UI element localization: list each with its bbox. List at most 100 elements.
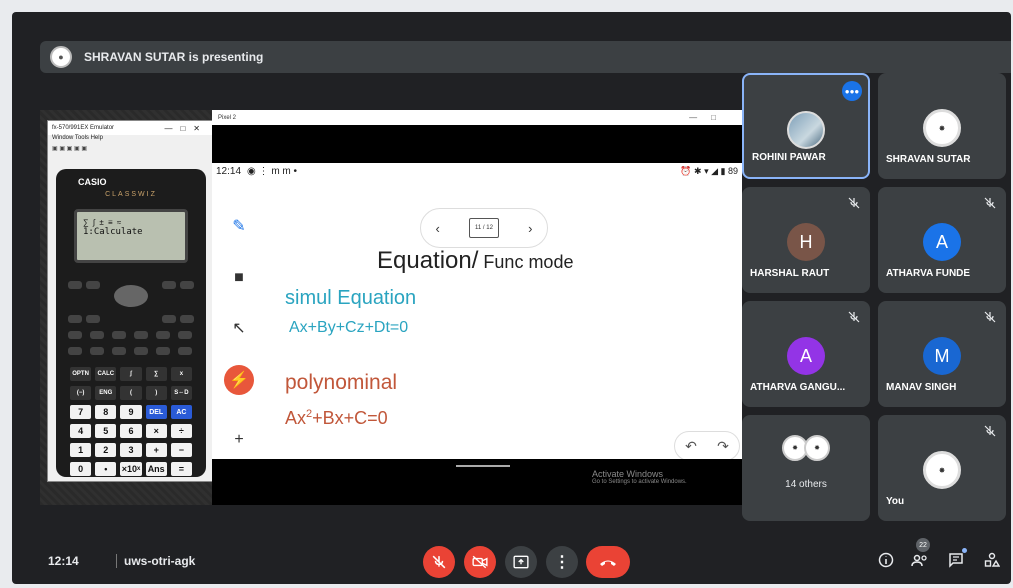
shift-key[interactable]: [68, 281, 82, 289]
others-tile[interactable]: ✸ ✸ 14 others: [742, 415, 870, 521]
calculator-menu[interactable]: Window Tools Help: [48, 135, 212, 145]
participant-tile[interactable]: M MANAV SINGH: [878, 301, 1006, 407]
participants-button[interactable]: 22: [908, 538, 932, 572]
chat-button[interactable]: [944, 548, 968, 572]
window-controls[interactable]: —□: [689, 113, 730, 122]
fn-key[interactable]: [162, 315, 176, 323]
calculator-key[interactable]: 0: [70, 462, 92, 476]
alpha-key[interactable]: [86, 281, 100, 289]
calculator-key[interactable]: OPTN: [70, 367, 92, 381]
leave-call-button[interactable]: [586, 546, 630, 578]
calculator-key[interactable]: =: [170, 462, 192, 476]
fn-key[interactable]: [112, 347, 126, 355]
calculator-key[interactable]: +: [145, 443, 167, 457]
emulator-top-bar: [212, 125, 742, 163]
calculator-key[interactable]: DEL: [145, 405, 167, 419]
calculator-key[interactable]: 1: [70, 443, 92, 457]
calculator-key[interactable]: CALC: [95, 367, 117, 381]
gesture-bar[interactable]: [456, 465, 510, 467]
fn-key[interactable]: [156, 331, 170, 339]
page-navigator[interactable]: ‹ 11 / 12 ›: [420, 208, 548, 248]
fn-key[interactable]: [86, 315, 100, 323]
fn-key[interactable]: [68, 347, 82, 355]
fn-key[interactable]: [90, 347, 104, 355]
camera-toggle-button[interactable]: [464, 546, 496, 578]
calculator-key[interactable]: 5: [95, 424, 117, 438]
activities-button[interactable]: [980, 548, 1004, 572]
calculator-key[interactable]: ∫: [120, 367, 142, 381]
fn-key[interactable]: [68, 331, 82, 339]
calculator-key[interactable]: x: [170, 367, 192, 381]
redo-icon[interactable]: ↷: [717, 438, 729, 455]
calculator-key[interactable]: 7: [70, 405, 92, 419]
calculator-key[interactable]: S⇔D: [170, 386, 192, 400]
activate-windows-watermark: Activate Windows Go to Settings to activ…: [592, 469, 687, 485]
participant-tile[interactable]: A ATHARVA GANGU...: [742, 301, 870, 407]
calculator-key[interactable]: •: [95, 462, 117, 476]
calculator-function-keys[interactable]: [66, 279, 196, 363]
fn-key[interactable]: [68, 315, 82, 323]
calculator-keypad[interactable]: OPTN CALC ∫ ∑ x (−) ENG() S⇔D 7 8 9 DEL AC 4 5 6 × ÷ 1 2 3 + −…: [70, 367, 192, 476]
calculator-key[interactable]: 3: [120, 443, 142, 457]
emulator-window[interactable]: Pixel 2 —□ 12:14 ◉ ⋮ m m • ⏰ ✱ ▾ ◢ ▮ 89 …: [212, 110, 742, 505]
more-options-button[interactable]: ⋮: [546, 546, 578, 578]
calculator-key[interactable]: ×10ˣ: [120, 462, 142, 476]
fn-key[interactable]: [180, 315, 194, 323]
calculator-key[interactable]: ÷: [170, 424, 192, 438]
mic-toggle-button[interactable]: [423, 546, 455, 578]
whiteboard-canvas[interactable]: ✎ ■ ↖ ⚡ + ‹ 11 / 12 › Equation/ Func mod…: [212, 179, 742, 461]
calculator-key[interactable]: Ans: [145, 462, 167, 476]
undo-redo-controls[interactable]: ↶ ↷: [674, 431, 740, 461]
undo-icon[interactable]: ↶: [685, 438, 697, 455]
fn-key[interactable]: [112, 331, 126, 339]
meeting-info-button[interactable]: [874, 548, 898, 572]
calculator-emulator-window[interactable]: fx-570/991EX Emulator —□✕ Window Tools H…: [47, 120, 213, 482]
self-tile[interactable]: ✸ You: [878, 415, 1006, 521]
formula-post: +Bx+C=0: [312, 408, 388, 428]
calculator-key[interactable]: ENG: [95, 386, 117, 400]
select-arrow-icon[interactable]: ↖: [224, 313, 254, 343]
laser-pointer-icon[interactable]: ⚡: [224, 365, 254, 395]
add-icon[interactable]: +: [224, 425, 254, 455]
status-time: 12:14: [216, 165, 242, 177]
fn-key[interactable]: [90, 331, 104, 339]
participant-tile[interactable]: A ATHARVA FUNDE: [878, 187, 1006, 293]
fn-key[interactable]: [156, 347, 170, 355]
calculator-key[interactable]: AC: [170, 405, 192, 419]
prev-page-icon[interactable]: ‹: [436, 221, 440, 236]
participant-tile[interactable]: H HARSHAL RAUT: [742, 187, 870, 293]
calculator-key[interactable]: ×: [145, 424, 167, 438]
calculator-key[interactable]: (−): [70, 386, 92, 400]
mic-off-icon: [984, 311, 996, 323]
participant-name: ATHARVA FUNDE: [886, 268, 971, 279]
fn-key[interactable]: [134, 331, 148, 339]
eraser-tool-icon[interactable]: ■: [224, 263, 254, 293]
presenting-banner: ● SHRAVAN SUTAR is presenting: [40, 41, 1011, 73]
calculator-key[interactable]: 8: [95, 405, 117, 419]
calculator-key[interactable]: 2: [95, 443, 117, 457]
window-controls[interactable]: —□✕: [164, 124, 208, 133]
calculator-key[interactable]: 4: [70, 424, 92, 438]
next-page-icon[interactable]: ›: [528, 221, 532, 236]
menu-key[interactable]: [162, 281, 176, 289]
info-icon: [878, 552, 894, 568]
participant-tile[interactable]: ✸ SHRAVAN SUTAR: [878, 73, 1006, 179]
calculator-toolbar[interactable]: ▣ ▣ ▣ ▣ ▣: [48, 145, 212, 155]
calculator-titlebar: fx-570/991EX Emulator —□✕: [48, 121, 212, 135]
fn-key[interactable]: [178, 347, 192, 355]
meeting-code: uws-otri-agk: [124, 554, 196, 568]
shared-screen: fx-570/991EX Emulator —□✕ Window Tools H…: [40, 110, 742, 505]
calculator-key[interactable]: 9: [120, 405, 142, 419]
fn-key[interactable]: [178, 331, 192, 339]
calculator-dpad[interactable]: [114, 285, 148, 307]
calculator-key[interactable]: (: [120, 386, 142, 400]
calculator-key[interactable]: ): [145, 386, 167, 400]
fn-key[interactable]: [134, 347, 148, 355]
pen-tool-icon[interactable]: ✎: [224, 211, 254, 241]
calculator-key[interactable]: −: [170, 443, 192, 457]
on-key[interactable]: [180, 281, 194, 289]
calculator-key[interactable]: 6: [120, 424, 142, 438]
calculator-key[interactable]: ∑: [145, 367, 167, 381]
participant-tile[interactable]: ●●● ROHINI PAWAR: [742, 73, 870, 179]
present-button[interactable]: [505, 546, 537, 578]
